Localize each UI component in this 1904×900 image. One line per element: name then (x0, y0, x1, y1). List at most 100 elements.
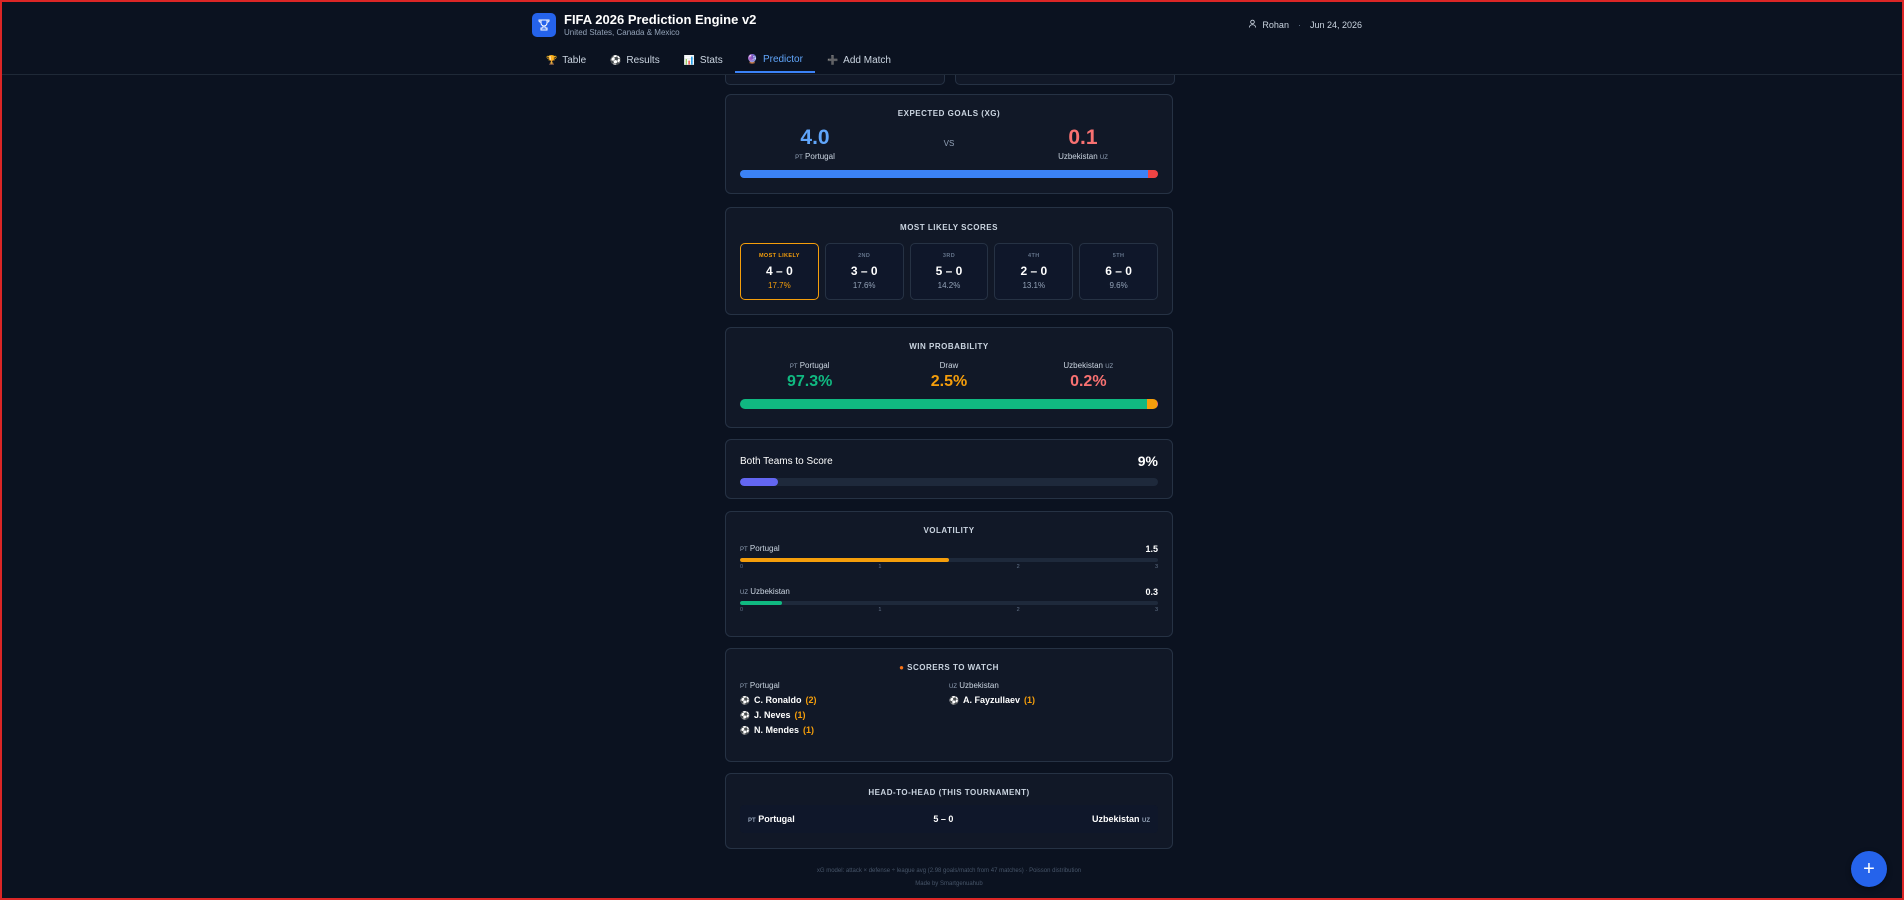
flag-code: UZ (1105, 364, 1114, 370)
tab-label: Table (562, 54, 587, 66)
scorer-goals: (1) (802, 725, 814, 735)
scorer-item: ⚽ A. Fayzullaev (1) (949, 695, 1158, 705)
crystal-ball-icon: 🔮 (746, 53, 758, 64)
score-option[interactable]: 5TH 6 – 0 9.6% (1079, 243, 1158, 300)
scorers-away: UZ Uzbekistan ⚽ A. Fayzullaev (1) (949, 681, 1158, 735)
score-rank: 4TH (1027, 253, 1040, 259)
score-option[interactable]: MOST LIKELY 4 – 0 17.7% (740, 243, 819, 300)
score-value: 6 – 0 (1105, 264, 1132, 278)
current-date: Jun 24, 2026 (1309, 19, 1362, 30)
scorers-card: ● SCORERS TO WATCH PT Portugal ⚽ C. Ronal… (725, 648, 1173, 762)
h2h-score: 5 – 0 (933, 814, 954, 824)
volatility-card: VOLATILITY PT Portugal 1.5 0 1 2 3 UZ Uzbeki… (725, 511, 1173, 637)
win-prob-draw: Draw 2.5% (879, 361, 1018, 391)
win-probability-card: WIN PROBABILITY PT Portugal 97.3% Draw 2… (725, 327, 1173, 428)
score-option[interactable]: 3RD 5 – 0 14.2% (909, 243, 989, 300)
scorer-goals: (1) (1024, 695, 1035, 705)
ball-icon: ⚽ (740, 710, 750, 720)
home-team-name: Portugal (805, 152, 835, 161)
score-rank: 3RD (942, 253, 956, 259)
score-probability: 17.6% (852, 281, 876, 290)
score-option[interactable]: 4TH 2 – 0 13.1% (994, 243, 1074, 300)
credits: Made by Smartgenuahub (915, 881, 983, 887)
scorers-home: PT Portugal ⚽ C. Ronaldo (2) ⚽ J. Neves (1) … (740, 681, 949, 735)
score-probability: 17.7% (768, 281, 791, 290)
flag-code: PT (795, 155, 803, 161)
user-icon (1248, 19, 1257, 30)
win-prob-title: WIN PROBABILITY (909, 342, 989, 351)
btts-bar (740, 478, 1158, 486)
volatility-away-value: 0.3 (1145, 587, 1158, 597)
flag-code: UZ (1099, 155, 1108, 161)
xg-home: 4.0 PT Portugal (720, 126, 910, 161)
draw-label: Draw (939, 361, 959, 370)
win-prob-draw-value: 2.5% (930, 373, 968, 390)
score-rank: MOST LIKELY (758, 253, 800, 259)
scorer-goals: (1) (794, 710, 806, 720)
tab-table[interactable]: 🏆 Table (534, 47, 598, 73)
tick-label: 2 (1016, 607, 1020, 613)
away-team-name: Uzbekistan (1058, 152, 1098, 161)
btts-label: Both Teams to Score (740, 455, 833, 467)
btts-card: Both Teams to Score 9% (725, 439, 1173, 499)
score-probability: 9.6% (1109, 281, 1128, 290)
flag-code: PT (740, 684, 748, 690)
tab-stats[interactable]: 📊 Stats (672, 47, 735, 73)
home-team-name: Portugal (799, 361, 830, 370)
ball-icon: ⚽ (949, 695, 959, 705)
tab-label: Results (626, 54, 660, 66)
brand: FIFA 2026 Prediction Engine v2 United St… (532, 12, 756, 38)
tab-label: Add Match (843, 54, 891, 66)
volatility-home-bar (740, 558, 949, 562)
xg-bar (740, 170, 1158, 178)
score-option[interactable]: 2ND 3 – 0 17.6% (824, 243, 904, 300)
separator: · (1297, 19, 1301, 30)
score-probability: 13.1% (1022, 281, 1046, 290)
tick-label: 3 (1154, 564, 1158, 570)
score-value: 3 – 0 (850, 264, 878, 278)
away-team-name: Uzbekistan (1091, 814, 1140, 824)
chart-icon: 📊 (683, 54, 695, 65)
h2h-card: HEAD-TO-HEAD (THIS TOURNAMENT) PT Portug… (725, 773, 1173, 849)
tick-label: 0 (740, 607, 744, 613)
user-name[interactable]: Rohan (1262, 20, 1289, 30)
user-info: Rohan · Jun 24, 2026 (1248, 19, 1362, 30)
ball-icon: ⚽ (610, 54, 622, 65)
tab-label: Predictor (762, 53, 803, 65)
scorer-name: C. Ronaldo (753, 695, 802, 705)
win-prob-away-value: 0.2% (1070, 373, 1107, 390)
tab-results[interactable]: ⚽ Results (598, 47, 672, 73)
add-fab-button[interactable]: + (1851, 851, 1887, 887)
away-team-name: Uzbekistan (750, 587, 790, 596)
tab-predictor[interactable]: 🔮 Predictor (734, 47, 815, 73)
scorer-name: N. Mendes (753, 725, 799, 735)
away-team-name: Uzbekistan (1063, 361, 1103, 370)
flag-code: PT (748, 818, 756, 824)
btts-value: 9% (1137, 453, 1158, 469)
win-prob-home-value: 97.3% (786, 373, 833, 390)
scorer-item: ⚽ N. Mendes (1) (740, 725, 949, 735)
xg-away: 0.1 Uzbekistan UZ (988, 126, 1178, 161)
win-prob-bar (740, 399, 1158, 409)
tick-label: 1 (878, 607, 882, 613)
ball-icon: ⚽ (740, 725, 750, 735)
win-prob-bar-away (1157, 399, 1158, 409)
xg-title: EXPECTED GOALS (XG) (897, 109, 1001, 118)
win-prob-home: PT Portugal 97.3% (740, 361, 879, 391)
volatility-away-bar (740, 601, 782, 605)
app-title: FIFA 2026 Prediction Engine v2 (564, 12, 757, 27)
h2h-match-row[interactable]: PT Portugal 5 – 0 Uzbekistan UZ (740, 805, 1158, 833)
scorer-name: J. Neves (753, 710, 791, 720)
scorers-title: ● SCORERS TO WATCH (740, 663, 1158, 672)
model-footnote: xG model: attack × defense ÷ league avg … (816, 868, 1082, 874)
volatility-home: PT Portugal 1.5 0 1 2 3 (740, 544, 1158, 570)
home-team-name: Portugal (749, 681, 780, 690)
tab-add-match[interactable]: ➕ Add Match (815, 47, 903, 73)
flag-code: UZ (740, 590, 748, 596)
trophy-icon (532, 13, 556, 37)
flag-code: PT (789, 364, 798, 370)
win-prob-bar-draw (1146, 399, 1158, 409)
scorer-name: A. Fayzullaev (962, 695, 1020, 705)
xg-bar-home (740, 170, 1148, 178)
scores-title: MOST LIKELY SCORES (900, 223, 998, 232)
